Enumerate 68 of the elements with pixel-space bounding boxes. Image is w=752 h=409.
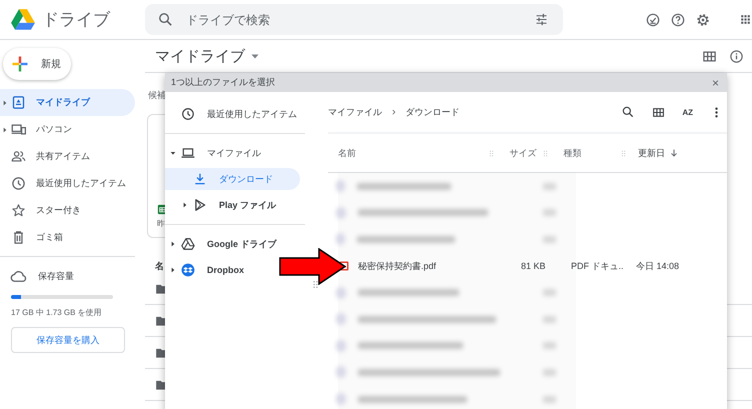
- nav-item[interactable]: パソコン: [0, 116, 135, 143]
- drive-icon: [11, 95, 26, 110]
- grid-view-icon[interactable]: [702, 48, 717, 64]
- sort-button[interactable]: AZ: [682, 108, 693, 116]
- apps-grid-icon[interactable]: [739, 13, 752, 26]
- drive-icon: [181, 237, 195, 251]
- file-date: 今日 14:08: [636, 260, 680, 273]
- expand-caret-icon[interactable]: [0, 98, 8, 106]
- search-field[interactable]: ドライブで検索: [145, 4, 563, 35]
- clock-icon: [11, 176, 26, 191]
- close-button[interactable]: ×: [710, 76, 721, 90]
- card-caption: 昨: [157, 218, 166, 229]
- laptop-icon: [181, 146, 195, 160]
- drive-logo-icon: [10, 6, 36, 32]
- nav-item[interactable]: ゴミ箱: [0, 224, 135, 251]
- column-header[interactable]: 名前: [338, 146, 356, 160]
- storage-label: 保存容量: [38, 270, 74, 282]
- column-header[interactable]: 更新日: [638, 146, 665, 160]
- play-icon: [193, 198, 207, 212]
- folder-tree-item[interactable]: Dropbox: [165, 259, 250, 281]
- file-type: PDF ドキュ..: [571, 260, 625, 273]
- search-input[interactable]: ドライブで検索: [184, 12, 524, 28]
- folder-tree-item[interactable]: 最近使用したアイテム: [165, 103, 303, 125]
- download-icon: [193, 172, 207, 186]
- folder-tree-item[interactable]: マイファイル: [165, 142, 267, 164]
- file-name[interactable]: 秘密保持契約書.pdf: [358, 260, 513, 273]
- expand-caret-icon[interactable]: [169, 266, 177, 274]
- offline-check-icon[interactable]: [645, 12, 661, 28]
- filter-options-icon[interactable]: [534, 12, 549, 27]
- file-size: 81 KB: [520, 261, 547, 272]
- pointer-arrow: [279, 248, 346, 285]
- nav-item[interactable]: 最近使用したアイテム: [0, 170, 135, 197]
- column-header[interactable]: 種類: [563, 146, 582, 160]
- dialog-title: 1つ以上のファイルを選択: [171, 76, 276, 89]
- nav-item[interactable]: マイドライブ: [0, 89, 135, 116]
- section-label: 候補: [148, 89, 167, 102]
- storage-usage: 17 GB 中 1.73 GB を使用: [11, 307, 103, 318]
- column-header: 名: [155, 260, 164, 273]
- plus-icon: [11, 55, 29, 73]
- computer-icon: [11, 122, 26, 137]
- app-name: ドライブ: [42, 9, 110, 31]
- star-icon: [11, 203, 26, 218]
- breadcrumb-item[interactable]: マイファイル: [328, 106, 382, 118]
- buy-storage-button[interactable]: 保存容量を購入: [11, 327, 125, 353]
- column-header[interactable]: サイズ: [510, 146, 537, 160]
- breadcrumb-item[interactable]: ダウンロード: [406, 106, 460, 118]
- search-icon: [157, 11, 174, 28]
- page-title[interactable]: マイドライブ: [155, 46, 245, 66]
- folder-tree-item[interactable]: ダウンロード: [165, 168, 300, 190]
- expand-caret-icon[interactable]: [181, 201, 189, 209]
- info-icon[interactable]: [729, 48, 744, 64]
- expand-caret-icon[interactable]: [169, 149, 177, 157]
- expand-caret-icon[interactable]: [169, 240, 177, 248]
- expand-caret-icon[interactable]: [0, 126, 8, 134]
- new-button[interactable]: 新規: [3, 48, 71, 80]
- nav-item[interactable]: 共有アイテム: [0, 143, 135, 170]
- clock-icon: [181, 107, 195, 121]
- help-icon[interactable]: [670, 12, 686, 28]
- people-icon: [11, 149, 26, 164]
- folder-tree-item[interactable]: Play ファイル: [165, 194, 282, 216]
- search-icon[interactable]: [621, 105, 636, 119]
- settings-icon[interactable]: [695, 12, 711, 28]
- dropbox-icon: [181, 263, 195, 277]
- trash-icon: [11, 230, 26, 245]
- grid-view-icon[interactable]: [652, 106, 666, 118]
- breadcrumb-separator: ›: [392, 106, 396, 118]
- folder-tree-item[interactable]: Google ドライブ: [165, 233, 282, 255]
- nav-item[interactable]: スター付き: [0, 197, 135, 224]
